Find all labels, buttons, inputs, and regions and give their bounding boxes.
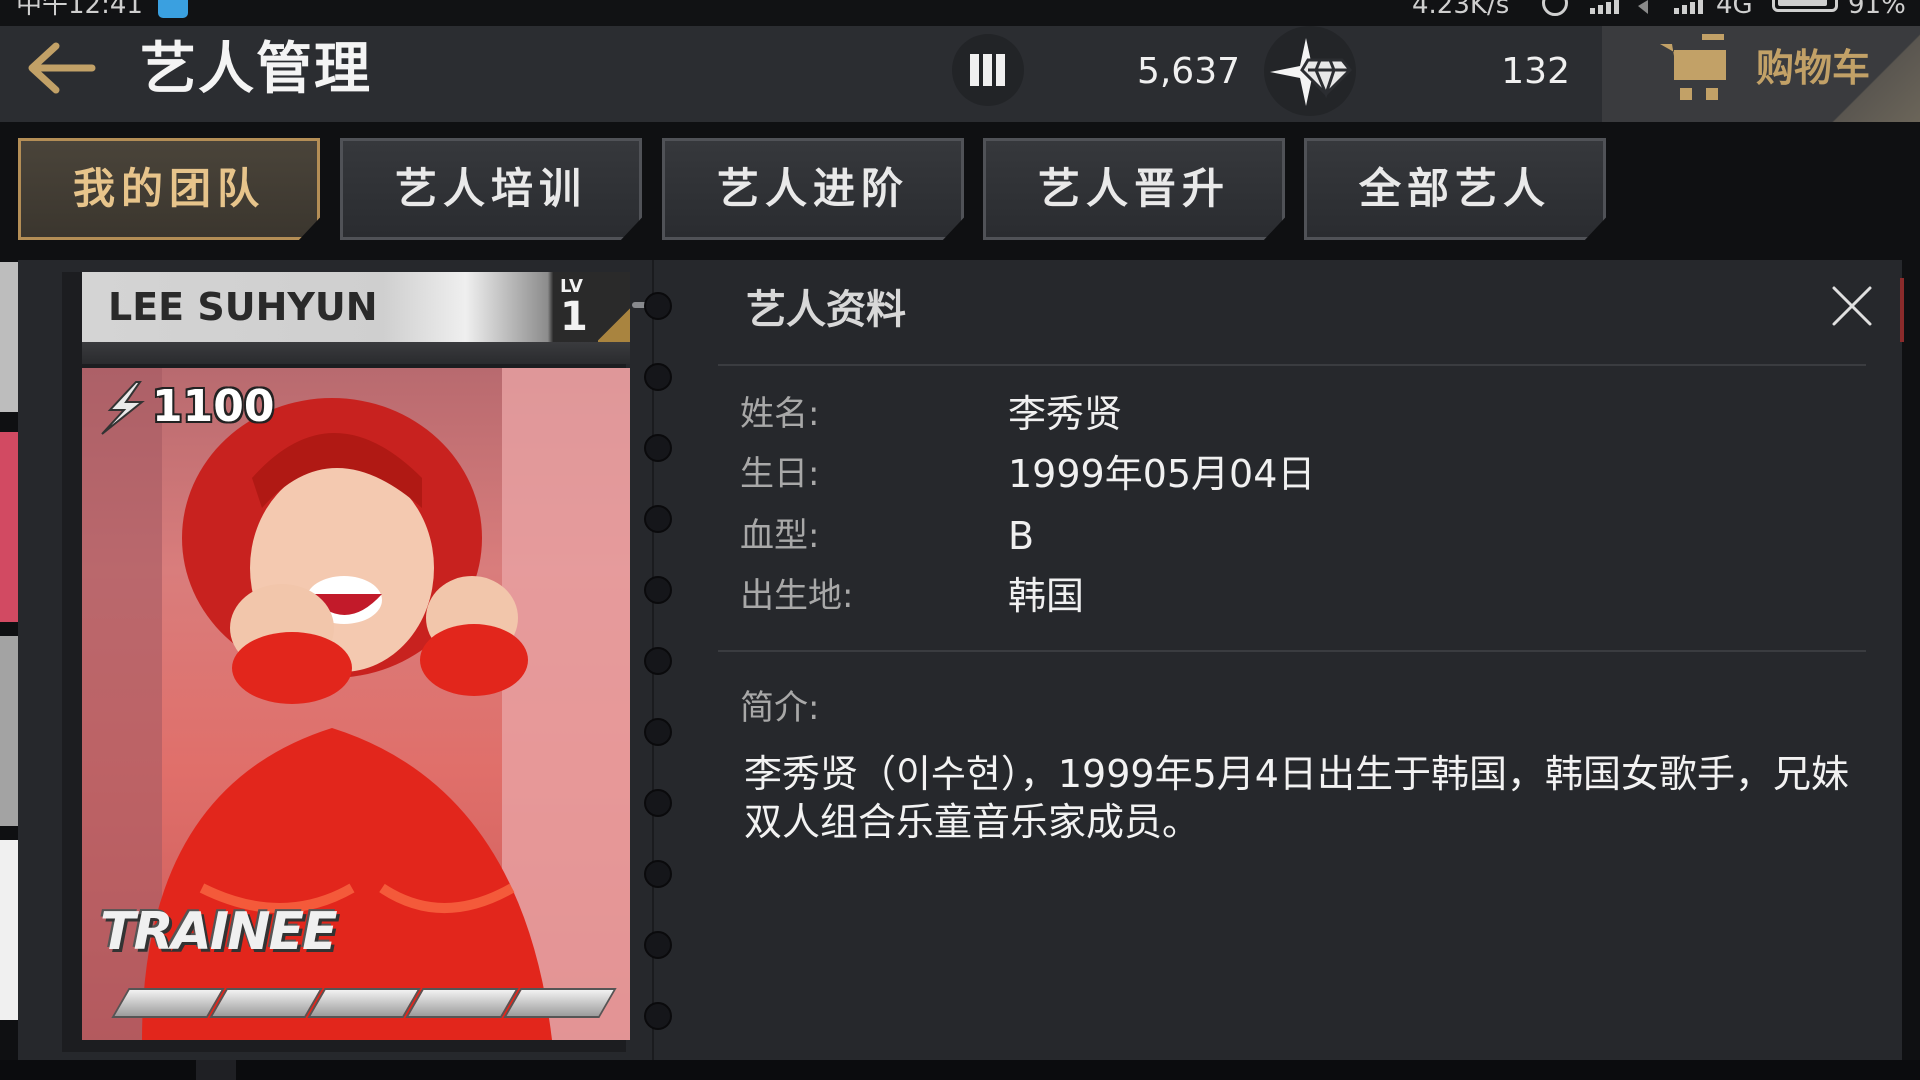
star-slot: [405, 988, 519, 1018]
diamond-button[interactable]: [1264, 26, 1356, 116]
bottom-bar: [0, 1060, 1920, 1080]
power-value: 1100: [152, 381, 275, 432]
artist-name: LEE SUHYUN: [108, 285, 378, 329]
banner-underline: [82, 342, 630, 364]
timeline-dot: [644, 789, 672, 817]
signal-icon: [1674, 0, 1703, 14]
star-slots: [100, 988, 617, 1022]
signal-icon: [1590, 0, 1619, 14]
divider: [718, 650, 1866, 652]
background-card: [0, 636, 18, 826]
info-row-name: 姓名: 李秀贤: [740, 386, 1840, 442]
artist-name-banner: LEE SUHYUN LV 1: [82, 272, 630, 342]
level-value: 1: [560, 294, 588, 340]
tab-all-artists[interactable]: 全部艺人: [1304, 138, 1606, 240]
wifi-icon: [1638, 0, 1648, 14]
star-slot: [503, 988, 617, 1018]
network-type: 4G: [1716, 0, 1753, 20]
top-header: 艺人管理 5,637 132 购物车: [0, 26, 1920, 122]
tab-my-team[interactable]: 我的团队: [18, 138, 320, 240]
rank-badge: TRAINEE: [100, 902, 338, 962]
timeline-dot: [644, 860, 672, 888]
status-time: 中午12:41: [16, 0, 143, 20]
background-card-strip: [0, 262, 20, 1022]
battery-percent: 91%: [1848, 0, 1906, 20]
bio-text: 李秀贤（이수현），1999年5月4日出生于韩国，韩国女歌手，兄妹双人组合乐童音乐…: [744, 752, 1849, 844]
star-slot: [209, 988, 323, 1018]
level-corner-decoration: [598, 306, 630, 342]
tab-artist-advance[interactable]: 艺人进阶: [662, 138, 964, 240]
star-slot: [307, 988, 421, 1018]
menu-bars-icon: [970, 54, 979, 86]
cart-label: 购物车: [1756, 46, 1871, 90]
timeline-dots: [632, 272, 684, 1052]
info-row-birthday: 生日: 1999年05月04日: [740, 446, 1840, 502]
energy-count: 132: [1501, 51, 1570, 92]
alarm-icon: [1542, 0, 1568, 16]
close-icon[interactable]: [1830, 284, 1874, 328]
info-row-birthplace: 出生地: 韩国: [740, 568, 1840, 624]
battery-icon: [1772, 0, 1838, 12]
info-label: 血型:: [740, 516, 820, 556]
status-net-speed: 4.23K/s: [1412, 0, 1510, 20]
timeline-dot: [644, 434, 672, 462]
background-card: [0, 262, 18, 412]
back-arrow-icon[interactable]: [22, 32, 102, 104]
bio-label: 简介:: [740, 688, 820, 728]
artist-portrait: 1100 TRAINEE: [82, 368, 630, 1040]
page-title: 艺人管理: [140, 37, 372, 102]
info-row-blood-type: 血型: B: [740, 508, 1840, 564]
tab-artist-promotion[interactable]: 艺人晋升: [983, 138, 1285, 240]
timeline-dot: [644, 647, 672, 675]
artist-detail-panel: LEE SUHYUN LV 1 1100 TRAINEE 艺人资料 姓名: 李秀…: [18, 260, 1902, 1060]
cart-icon: [1660, 34, 1726, 100]
timeline-dot: [644, 718, 672, 746]
timeline-dot: [644, 292, 672, 320]
star-slot: [111, 988, 225, 1018]
tab-bar: 我的团队 艺人培训 艺人进阶 艺人晋升 全部艺人: [0, 138, 1920, 242]
info-label: 出生地:: [740, 576, 854, 616]
bottom-bar-piece: [196, 1060, 236, 1080]
battery-fill: [1778, 0, 1827, 6]
timeline-dot: [644, 363, 672, 391]
diamond-count: 5,637: [1136, 51, 1240, 92]
divider: [718, 364, 1866, 366]
artist-profile: 艺人资料 姓名: 李秀贤 生日: 1999年05月04日 血型: B 出生地: …: [718, 260, 1888, 1060]
info-label: 生日:: [740, 454, 820, 494]
info-label: 姓名:: [740, 394, 820, 434]
background-card: [0, 432, 18, 622]
background-card: [0, 840, 18, 1020]
artist-card[interactable]: LEE SUHYUN LV 1 1100 TRAINEE: [62, 272, 630, 1052]
scroll-accent: [1900, 278, 1904, 342]
cart-button[interactable]: 购物车: [1602, 26, 1920, 122]
timeline-dot: [644, 931, 672, 959]
notification-app-icon: [158, 0, 188, 18]
tab-artist-training[interactable]: 艺人培训: [340, 138, 642, 240]
info-value: 韩国: [1008, 574, 1085, 618]
timeline-dot: [644, 576, 672, 604]
menu-bars-icon: [983, 54, 992, 86]
diamond-icon: [1270, 38, 1353, 106]
menu-bars-icon: [996, 54, 1005, 86]
info-value: 李秀贤: [1008, 392, 1123, 436]
timeline-dot: [644, 1002, 672, 1030]
info-value: 1999年05月04日: [1008, 452, 1316, 496]
menu-button[interactable]: [952, 34, 1024, 106]
profile-title: 艺人资料: [746, 287, 906, 333]
lightning-icon: [101, 381, 145, 435]
info-value: B: [1008, 514, 1035, 558]
timeline-dot: [644, 505, 672, 533]
status-bar: 中午12:41 4.23K/s 4G 91%: [0, 0, 1920, 26]
